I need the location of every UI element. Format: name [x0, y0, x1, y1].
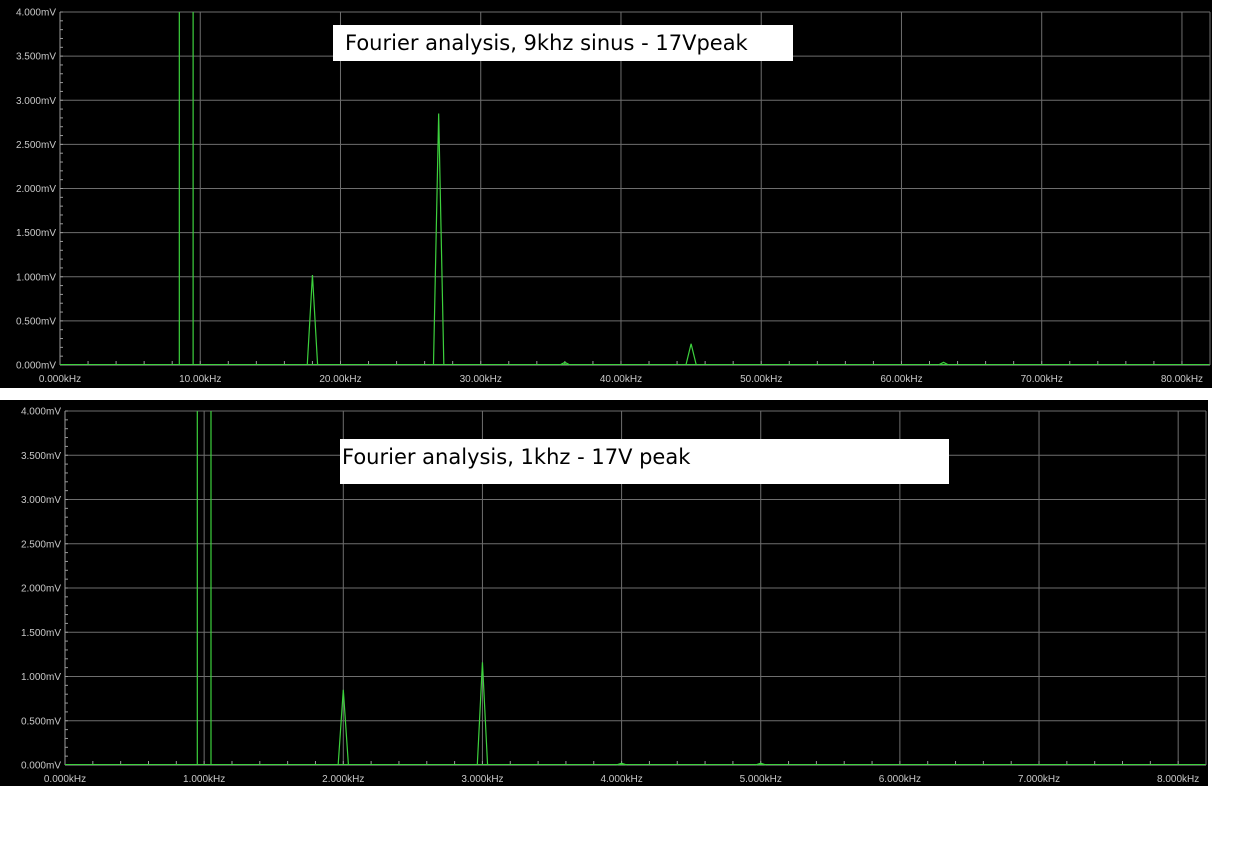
y-tick-label: 0.500mV	[16, 316, 56, 327]
fourier-chart-1khz: 0.000mV 0.500mV 1.000mV 1.500mV 2.000mV 2.500…	[0, 400, 1208, 786]
x-tick-label: 2.000kHz	[322, 774, 364, 785]
y-tick-label: 2.000mV	[21, 584, 61, 595]
x-tick-label: 60.00kHz	[880, 374, 922, 385]
y-tick-label: 0.000mV	[16, 361, 56, 372]
y-tick-label: 1.500mV	[16, 228, 56, 239]
x-tick-label: 80.00kHz	[1161, 374, 1203, 385]
y-tick-label: 3.000mV	[16, 96, 56, 107]
y-tick-label: 0.500mV	[21, 716, 61, 727]
x-tick-label: 30.00kHz	[460, 374, 502, 385]
x-tick-label: 4.000kHz	[600, 774, 642, 785]
spectrum-peak	[432, 113, 445, 366]
fourier-chart-9khz: 0.000mV 0.500mV 1.000mV 1.500mV 2.000mV 2.500…	[0, 0, 1212, 388]
y-tick-label: 1.500mV	[21, 628, 61, 639]
x-tick-label: 70.00kHz	[1021, 374, 1063, 385]
x-tick-label: 5.000kHz	[740, 774, 782, 785]
y-tick-label: 1.000mV	[21, 672, 61, 683]
x-tick-label: 1.000kHz	[183, 774, 225, 785]
y-tick-label: 3.500mV	[16, 52, 56, 63]
x-tick-label: 50.00kHz	[740, 374, 782, 385]
y-tick-label: 2.000mV	[16, 184, 56, 195]
x-tick-label: 6.000kHz	[879, 774, 921, 785]
x-tick-label: 40.00kHz	[600, 374, 642, 385]
x-tick-label: 3.000kHz	[461, 774, 503, 785]
y-tick-label: 2.500mV	[21, 539, 61, 550]
y-tick-label: 4.000mV	[16, 8, 56, 19]
chart-title-1khz: Fourier analysis, 1khz - 17V peak	[340, 439, 949, 484]
chart-title-9khz: Fourier analysis, 9khz sinus - 17Vpeak	[333, 25, 793, 61]
y-tick-label: 2.500mV	[16, 140, 56, 151]
y-tick-label: 4.000mV	[21, 407, 61, 418]
x-tick-label: 7.000kHz	[1018, 774, 1060, 785]
x-tick-label: 0.000kHz	[39, 374, 81, 385]
x-tick-label: 20.00kHz	[319, 374, 361, 385]
spectrum-peak	[685, 343, 697, 366]
spectrum-peak	[306, 274, 319, 366]
y-tick-label: 1.000mV	[16, 272, 56, 283]
x-tick-label: 8.000kHz	[1157, 774, 1199, 785]
x-tick-label: 10.00kHz	[179, 374, 221, 385]
y-tick-label: 3.500mV	[21, 451, 61, 462]
y-tick-label: 0.000mV	[21, 761, 61, 772]
y-tick-label: 3.000mV	[21, 495, 61, 506]
x-tick-label: 0.000kHz	[44, 774, 86, 785]
